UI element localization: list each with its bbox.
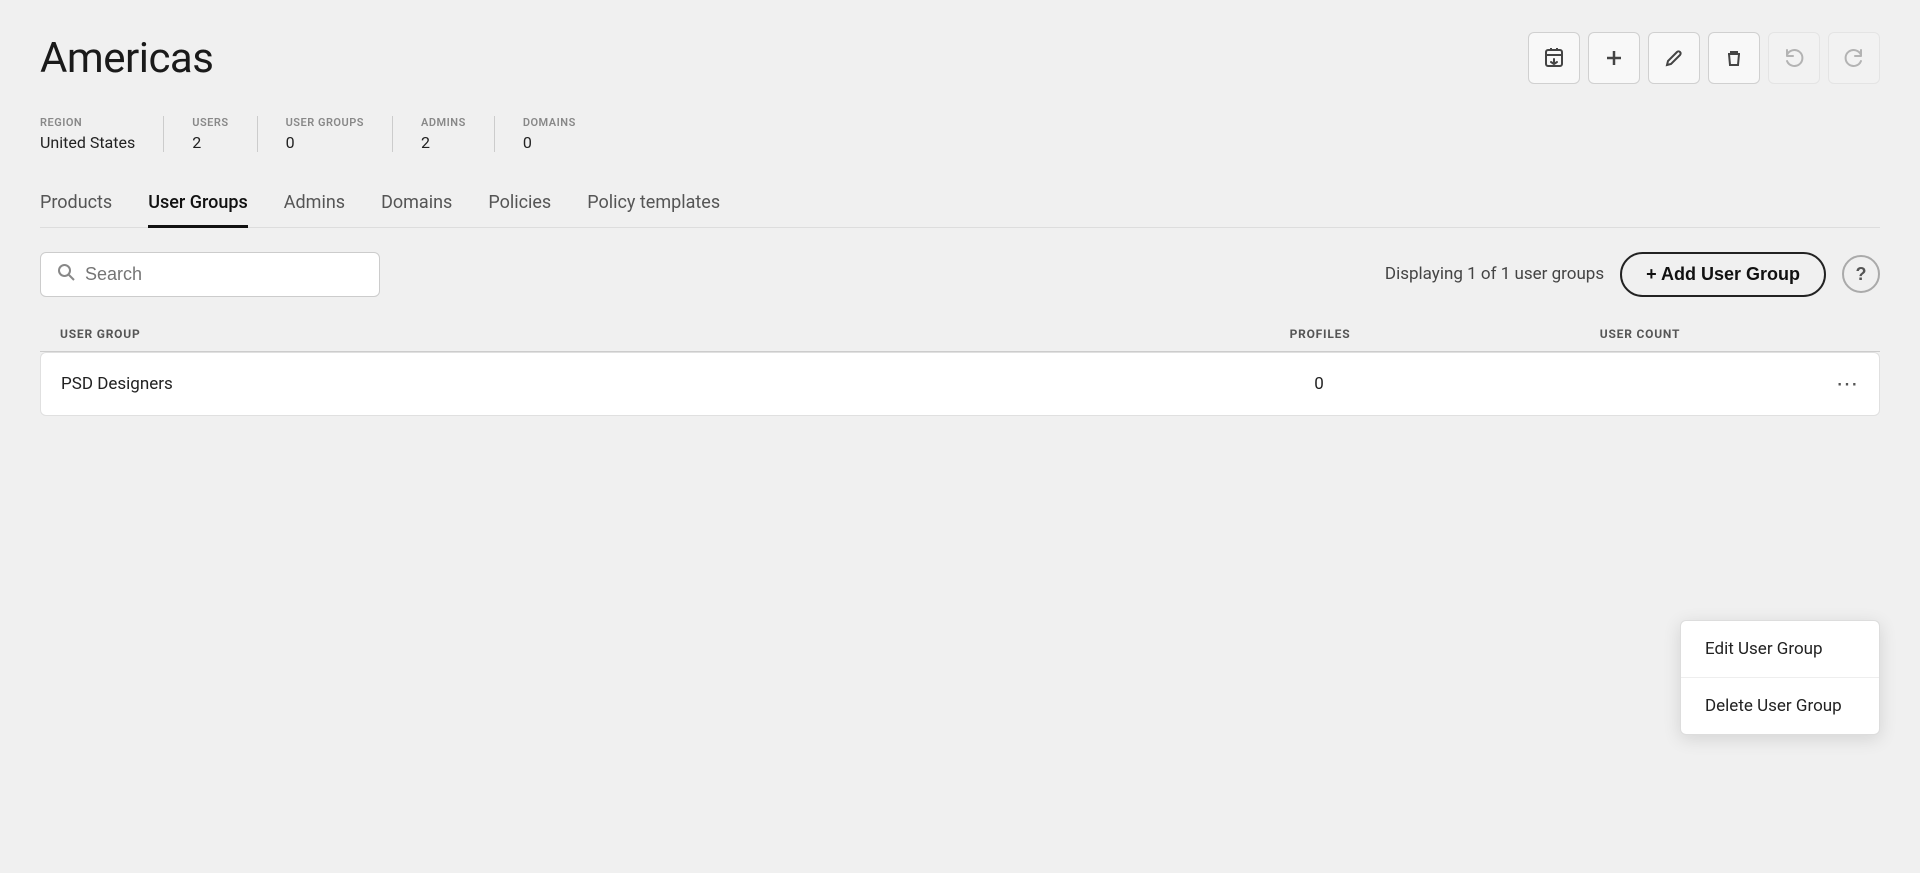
tab-admins[interactable]: Admins: [284, 180, 345, 228]
col-header-actions: [1800, 327, 1860, 341]
tab-domains[interactable]: Domains: [381, 180, 452, 228]
meta-usergroups-value: 0: [286, 133, 364, 152]
edit-button[interactable]: [1648, 32, 1700, 84]
search-icon: [57, 263, 75, 286]
page-container: Americas: [0, 0, 1920, 873]
tab-products[interactable]: Products: [40, 180, 112, 228]
more-options-button[interactable]: ⋯: [1836, 371, 1859, 397]
add-user-group-button[interactable]: + Add User Group: [1620, 252, 1826, 297]
meta-region-value: United States: [40, 133, 135, 152]
edit-user-group-item[interactable]: Edit User Group: [1681, 621, 1879, 678]
tab-user-groups[interactable]: User Groups: [148, 180, 248, 228]
meta-user-groups: USER GROUPS 0: [286, 116, 393, 152]
meta-users-label: USERS: [192, 116, 228, 129]
tab-policy-templates[interactable]: Policy templates: [587, 180, 720, 228]
displaying-text: Displaying 1 of 1 user groups: [1385, 264, 1604, 284]
search-box[interactable]: [40, 252, 380, 297]
meta-domains-value: 0: [523, 133, 576, 152]
tab-policies[interactable]: Policies: [488, 180, 551, 228]
meta-region-label: REGION: [40, 116, 135, 129]
toolbar: [1528, 32, 1880, 84]
pencil-icon: [1664, 48, 1684, 68]
table-container: USER GROUP PROFILES USER COUNT PSD Desig…: [40, 317, 1880, 416]
meta-admins-value: 2: [421, 133, 466, 152]
help-button[interactable]: ?: [1842, 255, 1880, 293]
meta-domains: DOMAINS 0: [523, 116, 604, 152]
export-icon: [1543, 47, 1565, 69]
redo-button[interactable]: [1828, 32, 1880, 84]
redo-icon: [1843, 47, 1865, 69]
meta-row: REGION United States USERS 2 USER GROUPS…: [40, 116, 1880, 152]
question-icon: ?: [1856, 264, 1867, 285]
meta-admins-label: ADMINS: [421, 116, 466, 129]
right-actions: Displaying 1 of 1 user groups + Add User…: [1385, 252, 1880, 297]
trash-icon: [1724, 48, 1744, 68]
actions-row: Displaying 1 of 1 user groups + Add User…: [40, 252, 1880, 297]
cell-profiles: 0: [1159, 374, 1479, 394]
meta-domains-label: DOMAINS: [523, 116, 576, 129]
col-header-profiles: PROFILES: [1160, 327, 1480, 341]
col-header-user-group: USER GROUP: [60, 327, 1160, 341]
page-title: Americas: [40, 34, 213, 83]
undo-button[interactable]: [1768, 32, 1820, 84]
more-actions-cell: ⋯: [1799, 371, 1859, 397]
meta-users-value: 2: [192, 133, 228, 152]
plus-icon: [1603, 47, 1625, 69]
undo-icon: [1783, 47, 1805, 69]
delete-user-group-item[interactable]: Delete User Group: [1681, 678, 1879, 734]
meta-region: REGION United States: [40, 116, 164, 152]
add-button[interactable]: [1588, 32, 1640, 84]
tabs-row: Products User Groups Admins Domains Poli…: [40, 180, 1880, 228]
export-button[interactable]: [1528, 32, 1580, 84]
search-input[interactable]: [85, 264, 363, 285]
delete-button[interactable]: [1708, 32, 1760, 84]
meta-usergroups-label: USER GROUPS: [286, 116, 364, 129]
meta-admins: ADMINS 2: [421, 116, 495, 152]
cell-user-group-name: PSD Designers: [61, 374, 1159, 394]
meta-users: USERS 2: [192, 116, 257, 152]
table-header: USER GROUP PROFILES USER COUNT: [40, 317, 1880, 352]
header-row: Americas: [40, 32, 1880, 84]
col-header-user-count: USER COUNT: [1480, 327, 1800, 341]
dropdown-menu: Edit User Group Delete User Group: [1680, 620, 1880, 735]
table-row: PSD Designers 0 ⋯: [40, 352, 1880, 416]
